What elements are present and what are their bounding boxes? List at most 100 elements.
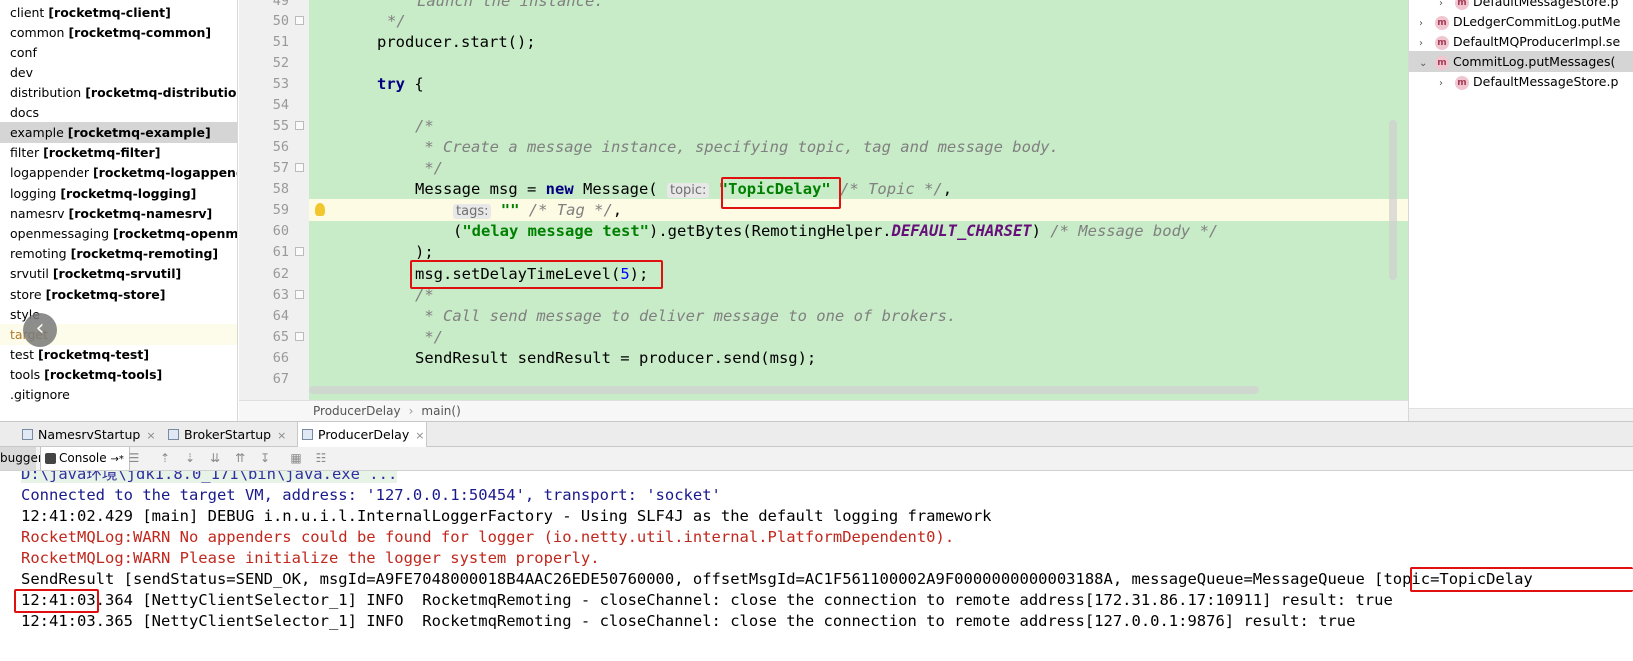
tree-item-tools[interactable]: tools [rocketmq-tools] — [0, 364, 237, 385]
method-icon: m — [1435, 55, 1449, 70]
breadcrumb-method[interactable]: main() — [421, 404, 460, 418]
run-tab-bar: NamesrvStartup × BrokerStartup × ProducerD… — [0, 421, 1633, 448]
code-line: /* — [415, 117, 434, 135]
fold-marker[interactable] — [295, 121, 304, 130]
param-hint-topic: topic: — [666, 183, 710, 198]
vertical-scrollbar[interactable] — [1389, 120, 1397, 280]
fold-marker[interactable] — [295, 332, 304, 341]
tree-item-dev[interactable]: dev — [0, 62, 237, 83]
horizontal-scrollbar[interactable] — [1409, 408, 1633, 421]
line-number: 66 — [272, 350, 289, 366]
tab-producer-delay[interactable]: ProducerDelay × — [297, 422, 427, 448]
line-number: 60 — [272, 223, 289, 239]
close-icon[interactable]: × — [415, 429, 424, 442]
menu-icon[interactable]: ☰ — [127, 451, 141, 465]
tree-item-client[interactable]: client [rocketmq-client] — [0, 2, 237, 23]
line-number: 64 — [272, 308, 289, 324]
console-toolbar: bugger Console →* ☰ ⇡ ⇣ ⇊ ⇈ ↧ ▦ ☷ — [0, 447, 1633, 471]
console-icon — [45, 453, 56, 464]
tree-item-logappender[interactable]: logappender [rocketmq-logappender] — [0, 162, 237, 183]
breadcrumb-separator: › — [408, 404, 414, 418]
console-line: 12:41:03.365 [NettyClientSelector_1] INF… — [21, 612, 1356, 630]
fold-marker[interactable] — [295, 16, 304, 25]
hierarchy-item[interactable]: › m DefaultMQProducerImpl.se — [1409, 31, 1633, 52]
line-number: 57 — [272, 160, 289, 176]
tab-debugger[interactable]: bugger — [0, 447, 43, 470]
horizontal-scrollbar[interactable] — [309, 386, 1259, 394]
line-number: 65 — [272, 329, 289, 345]
breadcrumb: ProducerDelay › main() — [239, 400, 1408, 421]
chevron-right-icon[interactable]: › — [1439, 73, 1449, 94]
console-line: Connected to the target VM, address: '12… — [21, 486, 721, 504]
line-number: 51 — [272, 34, 289, 50]
hierarchy-item[interactable]: › m DLedgerCommitLog.putMe — [1409, 11, 1633, 32]
step-into-icon[interactable]: ⇊ — [208, 451, 222, 465]
code-line: try { — [377, 75, 424, 93]
lightbulb-icon[interactable] — [315, 203, 325, 216]
tree-item-distribution[interactable]: distribution [rocketmq-distribution] — [0, 82, 237, 103]
run-config-icon — [22, 429, 33, 440]
code-line: * Call send message to deliver message t… — [415, 307, 957, 325]
tree-item-gitignore[interactable]: .gitignore — [0, 384, 237, 405]
tree-item-openmessaging[interactable]: openmessaging [rocketmq-openmess — [0, 223, 237, 244]
tree-item-remoting[interactable]: remoting [rocketmq-remoting] — [0, 243, 237, 264]
code-line: */ — [415, 328, 443, 346]
method-icon: m — [1455, 75, 1469, 90]
tree-item-srvutil[interactable]: srvutil [rocketmq-srvutil] — [0, 263, 237, 284]
line-number: 56 — [272, 139, 289, 155]
highlight-topic-string — [721, 177, 841, 209]
fold-marker[interactable] — [295, 163, 304, 172]
line-number: 61 — [272, 244, 289, 260]
tree-item-store[interactable]: store [rocketmq-store] — [0, 284, 237, 305]
tree-item-conf[interactable]: conf — [0, 42, 237, 63]
close-icon[interactable]: × — [277, 429, 286, 442]
code-line: Message msg = new Message( topic: "Topic… — [415, 180, 953, 198]
line-number: 67 — [272, 371, 289, 387]
tree-item-filter[interactable]: filter [rocketmq-filter] — [0, 142, 237, 163]
code-editor[interactable]: 49 50 51 52 53 54 55 56 57 58 59 60 61 6… — [239, 0, 1408, 421]
scroll-up-icon[interactable]: ⇡ — [158, 451, 172, 465]
tree-item-namesrv[interactable]: namesrv [rocketmq-namesrv] — [0, 203, 237, 224]
highlight-timestamp — [14, 589, 99, 613]
line-number: 50 — [272, 13, 289, 29]
run-config-icon — [302, 429, 313, 440]
tree-item-common[interactable]: common [rocketmq-common] — [0, 22, 237, 43]
scroll-down-icon[interactable]: ⇣ — [183, 451, 197, 465]
code-line: ("delay message test").getBytes(Remoting… — [453, 222, 1219, 240]
line-number: 59 — [272, 202, 289, 218]
close-icon[interactable]: × — [146, 429, 155, 442]
code-line: */ — [387, 12, 406, 30]
line-number: 62 — [272, 266, 289, 282]
tab-namesrv-startup[interactable]: NamesrvStartup × — [18, 422, 156, 447]
tree-item-example[interactable]: example [rocketmq-example] — [0, 122, 237, 143]
navigate-back-button[interactable]: ‹ — [23, 313, 57, 347]
highlight-topic-delay — [1410, 567, 1633, 592]
hierarchy-item[interactable]: › m DefaultMessageStore.p — [1409, 71, 1633, 92]
tree-item-test[interactable]: test [rocketmq-test] — [0, 344, 237, 365]
tab-console[interactable]: Console →* — [40, 447, 130, 470]
console-line: 12:41:02.429 [main] DEBUG i.n.u.i.l.Inte… — [21, 507, 992, 525]
console-output[interactable]: D:\java环境\jdk1.8.0_171\bin\java.exe ... … — [0, 471, 1633, 661]
evaluate-icon[interactable]: ▦ — [289, 451, 303, 465]
hierarchy-item-selected[interactable]: ⌄ m CommitLog.putMessages( — [1409, 51, 1633, 72]
line-number: 52 — [272, 55, 289, 71]
fold-marker[interactable] — [295, 247, 304, 256]
tab-broker-startup[interactable]: BrokerStartup × — [164, 422, 288, 447]
method-icon: m — [1435, 15, 1449, 30]
trace-icon[interactable]: ☷ — [314, 451, 328, 465]
tree-item-logging[interactable]: logging [rocketmq-logging] — [0, 183, 237, 204]
line-number: 63 — [272, 287, 289, 303]
run-config-icon — [168, 429, 179, 440]
fold-marker[interactable] — [295, 290, 304, 299]
tree-item-docs[interactable]: docs — [0, 102, 237, 123]
param-hint-tags: tags: — [453, 204, 492, 219]
step-out-icon[interactable]: ⇈ — [233, 451, 247, 465]
code-line-current: tags: "" /* Tag */, — [309, 199, 1408, 221]
run-to-cursor-icon[interactable]: ↧ — [258, 451, 272, 465]
console-line: RocketMQLog:WARN No appenders could be f… — [21, 528, 955, 546]
hierarchy-panel: › m DefaultMessageStore.p › m DLedgerCommitL… — [1408, 0, 1633, 421]
code-line: SendResult sendResult = producer.send(ms… — [415, 349, 817, 367]
console-line: RocketMQLog:WARN Please initialize the l… — [21, 549, 600, 567]
code-line: * Create a message instance, specifying … — [415, 138, 1059, 156]
breadcrumb-class[interactable]: ProducerDelay — [313, 404, 401, 418]
